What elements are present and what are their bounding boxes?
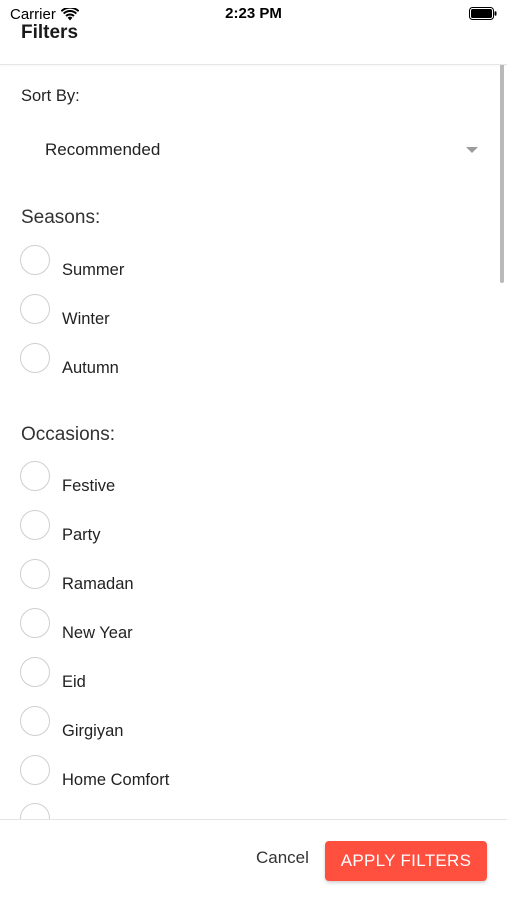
sort-by-label: Sort By:: [21, 87, 80, 105]
status-time: 2:23 PM: [225, 5, 282, 22]
option-label: Ramadan: [62, 575, 134, 593]
caret-down-icon: [466, 147, 478, 153]
option-label: Party: [62, 526, 101, 544]
occasion-option-home-comfort[interactable]: Home Comfort: [20, 755, 460, 795]
battery-icon: [469, 7, 497, 20]
occasion-option-girgiyan[interactable]: Girgiyan: [20, 706, 460, 746]
sort-by-value: Recommended: [45, 140, 161, 159]
occasion-option-festive[interactable]: Festive: [20, 461, 460, 501]
season-option-winter[interactable]: Winter: [20, 294, 460, 334]
radio-button[interactable]: [20, 706, 50, 736]
radio-button[interactable]: [20, 559, 50, 589]
season-option-autumn[interactable]: Autumn: [20, 343, 460, 383]
radio-button[interactable]: [20, 755, 50, 785]
occasion-option-new-year[interactable]: New Year: [20, 608, 460, 648]
radio-button[interactable]: [20, 294, 50, 324]
seasons-label: Seasons:: [21, 207, 101, 228]
occasion-option-partial[interactable]: [20, 803, 460, 819]
radio-button[interactable]: [20, 510, 50, 540]
radio-button[interactable]: [20, 461, 50, 491]
option-label: Winter: [62, 310, 110, 328]
radio-button[interactable]: [20, 803, 50, 819]
option-label: Autumn: [62, 359, 119, 377]
occasions-label: Occasions:: [21, 424, 115, 445]
filter-scroll-area[interactable]: Sort By: Recommended Seasons: Summer Win…: [0, 65, 507, 819]
option-label: Girgiyan: [62, 722, 124, 740]
footer-actions: Cancel APPLY FILTERS: [0, 819, 507, 900]
cancel-button[interactable]: Cancel: [256, 848, 309, 868]
option-label: New Year: [62, 624, 133, 642]
radio-button[interactable]: [20, 245, 50, 275]
option-label: Festive: [62, 477, 116, 495]
apply-filters-button[interactable]: APPLY FILTERS: [325, 841, 487, 881]
occasion-option-eid[interactable]: Eid: [20, 657, 460, 697]
occasion-option-party[interactable]: Party: [20, 510, 460, 550]
season-option-summer[interactable]: Summer: [20, 245, 460, 285]
scrollbar-thumb[interactable]: [500, 65, 504, 283]
radio-button[interactable]: [20, 657, 50, 687]
occasion-option-ramadan[interactable]: Ramadan: [20, 559, 460, 599]
radio-button[interactable]: [20, 608, 50, 638]
option-label: Home Comfort: [62, 771, 170, 789]
option-label: Eid: [62, 673, 86, 691]
filters-screen: Filters Carrier 2:23 PM Sort By: Recomme…: [0, 0, 507, 900]
status-bar: Carrier 2:23 PM: [0, 0, 507, 28]
option-label: Summer: [62, 261, 125, 279]
radio-button[interactable]: [20, 343, 50, 373]
sort-by-dropdown[interactable]: Recommended: [21, 129, 486, 171]
